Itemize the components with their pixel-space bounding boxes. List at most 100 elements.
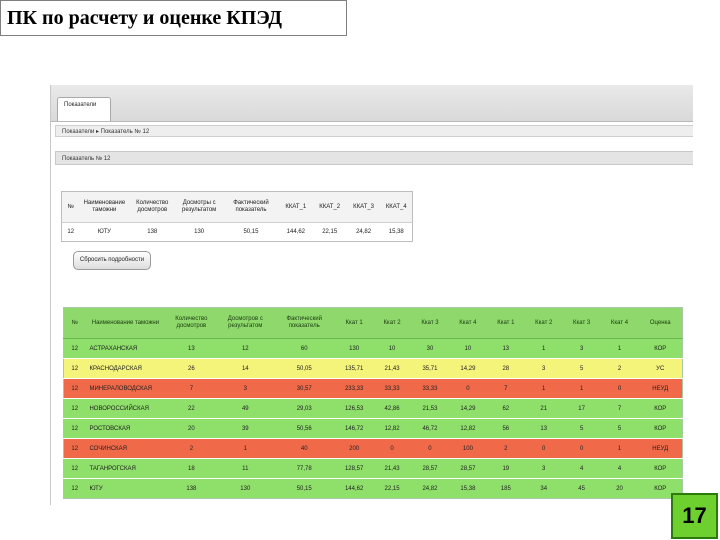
table-cell: НЕУД bbox=[638, 438, 683, 459]
table-cell: 26 bbox=[165, 358, 218, 379]
detail-column-header: Количество досмотров bbox=[165, 307, 218, 339]
table-cell: 1 bbox=[600, 438, 639, 459]
table-cell: 7 bbox=[165, 378, 218, 399]
table-cell: 0 bbox=[524, 438, 563, 459]
table-cell: 24,82 bbox=[411, 478, 449, 499]
table-cell: 7 bbox=[486, 378, 525, 399]
table-cell: 0 bbox=[600, 378, 639, 399]
table-cell: 62 bbox=[486, 398, 525, 419]
table-cell: 5 bbox=[562, 418, 601, 439]
table-cell: 28,57 bbox=[411, 458, 449, 479]
table-cell: КОР bbox=[638, 458, 683, 479]
panel-title: Показатель № 12 bbox=[55, 151, 693, 165]
summary-column-header: Досмотры с результатом bbox=[175, 191, 224, 223]
table-cell: 146,72 bbox=[335, 418, 374, 439]
summary-cell: 12 bbox=[61, 222, 80, 242]
table-cell: 12 bbox=[63, 478, 86, 499]
summary-column-header: ККАТ_4 bbox=[380, 191, 413, 223]
summary-column-header: ККАТ_2 bbox=[312, 191, 347, 223]
table-cell: 0 bbox=[411, 438, 449, 459]
customs-name-cell: КРАСНОДАРСКАЯ bbox=[85, 358, 166, 379]
table-cell: 13 bbox=[165, 338, 218, 359]
table-cell: 60 bbox=[273, 338, 336, 359]
table-row[interactable]: 12 СОЧИНСКАЯ 2 1 40 200 0 0 100 2 0 0 1 НЕУД bbox=[63, 438, 683, 459]
table-cell: 42,86 bbox=[373, 398, 412, 419]
table-cell: 33,33 bbox=[411, 378, 449, 399]
table-cell: 3 bbox=[524, 458, 563, 479]
table-cell: 19 bbox=[486, 458, 525, 479]
detail-column-header: № bbox=[63, 307, 86, 339]
table-cell: 12 bbox=[63, 418, 86, 439]
summary-column-header: Фактический показатель bbox=[223, 191, 279, 223]
table-cell: НЕУД bbox=[638, 378, 683, 399]
table-cell: 50,15 bbox=[273, 478, 336, 499]
summary-header-row: № Наименование таможни Количество досмотро… bbox=[61, 191, 413, 223]
customs-name-cell: РОСТОВСКАЯ bbox=[85, 418, 166, 439]
reset-details-button[interactable]: Сбросить подробности bbox=[73, 251, 151, 270]
table-cell: 2 bbox=[165, 438, 218, 459]
table-row[interactable]: 12 ЮТУ 138 130 50,15 144,62 22,15 24,82 15,38 185… bbox=[63, 478, 683, 499]
table-cell: 130 bbox=[335, 338, 374, 359]
table-cell: 10 bbox=[373, 338, 412, 359]
table-row[interactable]: 12 ТАГАНРОГСКАЯ 18 11 77,78 128,57 21,43 28,57 2… bbox=[63, 458, 683, 479]
table-cell: 22,15 bbox=[373, 478, 412, 499]
table-cell: 5 bbox=[600, 418, 639, 439]
table-cell: 20 bbox=[165, 418, 218, 439]
table-row[interactable]: 12 МИНЕРАЛОВОДСКАЯ 7 3 30,57 233,33 33,33 33,33… bbox=[63, 378, 683, 399]
table-cell: 12 bbox=[63, 378, 86, 399]
tab-indicators[interactable]: Показатели bbox=[57, 97, 111, 121]
customs-name-cell: ЮТУ bbox=[85, 478, 166, 499]
table-cell: 15,38 bbox=[448, 478, 487, 499]
detail-column-header: Ккат 2 bbox=[524, 307, 563, 339]
detail-column-header: Ккат 2 bbox=[373, 307, 412, 339]
summary-column-header: ККАТ_3 bbox=[346, 191, 381, 223]
table-row[interactable]: 12 НОВОРОССИЙСКАЯ 22 49 29,03 126,53 42,86 21,5… bbox=[63, 398, 683, 419]
summary-cell: 15,38 bbox=[380, 222, 413, 242]
table-cell: 21 bbox=[524, 398, 563, 419]
table-cell: 22 bbox=[165, 398, 218, 419]
table-cell: 34 bbox=[524, 478, 563, 499]
summary-table: № Наименование таможни Количество досмотро… bbox=[61, 191, 413, 242]
summary-column-header: Количество досмотров bbox=[129, 191, 176, 223]
table-cell: 0 bbox=[373, 438, 412, 459]
detail-column-header: Ккат 4 bbox=[600, 307, 639, 339]
table-row[interactable]: 12 КРАСНОДАРСКАЯ 26 14 50,05 135,71 21,43 35,71… bbox=[63, 358, 683, 379]
table-cell: 28,57 bbox=[448, 458, 487, 479]
table-cell: 7 bbox=[600, 398, 639, 419]
summary-cell: 50,15 bbox=[223, 222, 279, 242]
detail-column-header: Наименование таможни bbox=[85, 307, 166, 339]
table-cell: 128,57 bbox=[335, 458, 374, 479]
table-row[interactable]: 12 РОСТОВСКАЯ 20 39 50,56 146,72 12,82 46,72 12,… bbox=[63, 418, 683, 439]
table-cell: 130 bbox=[217, 478, 274, 499]
table-cell: 135,71 bbox=[335, 358, 374, 379]
table-cell: 12 bbox=[217, 338, 274, 359]
customs-name-cell: ТАГАНРОГСКАЯ bbox=[85, 458, 166, 479]
table-cell: 20 bbox=[600, 478, 639, 499]
table-cell: 40 bbox=[273, 438, 336, 459]
summary-cell: 22,15 bbox=[312, 222, 347, 242]
app-screenshot: Показатели Показатели ▸ Показатель № 12 … bbox=[50, 85, 693, 505]
table-cell: 0 bbox=[562, 438, 601, 459]
table-cell: 2 bbox=[486, 438, 525, 459]
table-cell: 4 bbox=[600, 458, 639, 479]
table-cell: 28 bbox=[486, 358, 525, 379]
table-cell: 0 bbox=[448, 378, 487, 399]
table-cell: 39 bbox=[217, 418, 274, 439]
table-cell: 1 bbox=[217, 438, 274, 459]
slide-title: ПК по расчету и оценке КПЭД bbox=[0, 0, 347, 36]
table-cell: 29,03 bbox=[273, 398, 336, 419]
summary-cell: 24,82 bbox=[346, 222, 381, 242]
detail-column-header: Ккат 3 bbox=[411, 307, 449, 339]
breadcrumb[interactable]: Показатели ▸ Показатель № 12 bbox=[55, 125, 693, 137]
table-cell: 12 bbox=[63, 458, 86, 479]
detail-column-header: Ккат 4 bbox=[448, 307, 487, 339]
table-cell: 11 bbox=[217, 458, 274, 479]
table-cell: КОР bbox=[638, 418, 683, 439]
table-cell: 13 bbox=[486, 338, 525, 359]
detail-header-row: № Наименование таможни Количество досмотро… bbox=[63, 307, 683, 339]
table-cell: 12,82 bbox=[448, 418, 487, 439]
table-cell: 50,56 bbox=[273, 418, 336, 439]
table-row[interactable]: 12 АСТРАХАНСКАЯ 13 12 60 130 10 30 10 13 1 3 1 КОР bbox=[63, 338, 683, 359]
table-cell: 1 bbox=[600, 338, 639, 359]
table-cell: КОР bbox=[638, 398, 683, 419]
